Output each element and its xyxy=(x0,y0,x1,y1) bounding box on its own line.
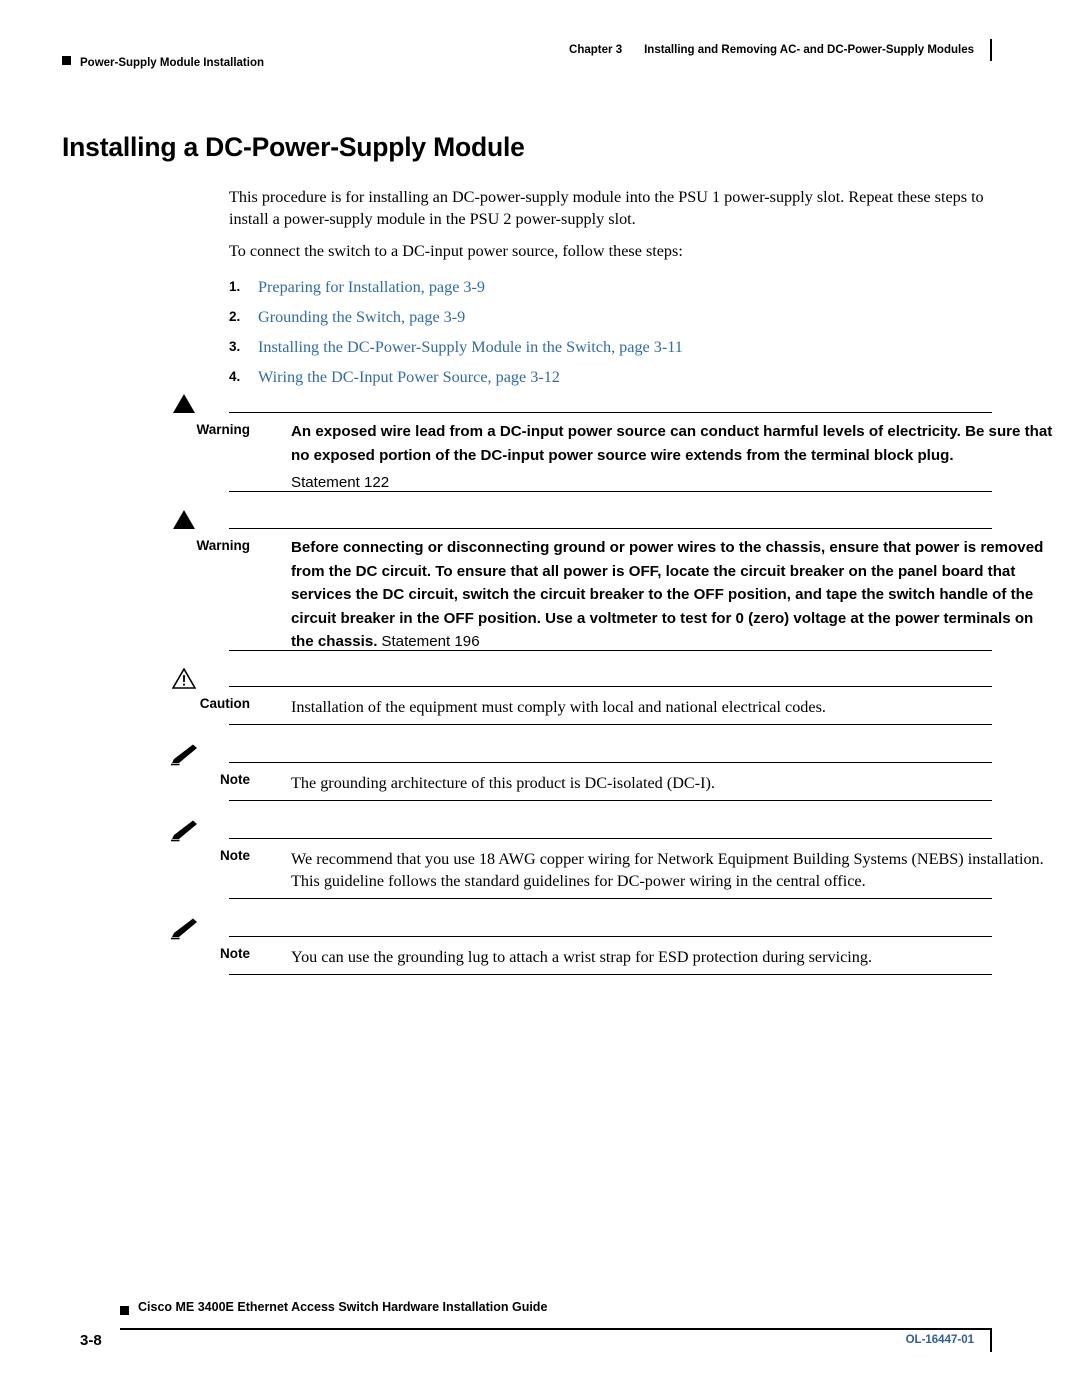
step-number: 1. xyxy=(229,279,241,294)
admonition-label: Warning xyxy=(196,422,251,437)
header-edge-rule xyxy=(990,39,992,61)
admonition-top-rule xyxy=(229,838,992,839)
step-number: 4. xyxy=(229,369,241,384)
footer-bullet-icon xyxy=(120,1306,129,1315)
intro-paragraph-2: To connect the switch to a DC-input powe… xyxy=(229,242,683,260)
footer-rule xyxy=(120,1328,992,1330)
admonition-top-rule xyxy=(229,528,992,529)
list-item[interactable]: 2. Grounding the Switch, page 3-9 xyxy=(229,306,991,328)
admonition-warning-196: Warning Before connecting or disconnecti… xyxy=(62,510,1043,655)
note-pencil-icon xyxy=(170,744,198,766)
intro-paragraph-1: This procedure is for installing an DC-p… xyxy=(229,188,984,228)
admonition-bottom-rule xyxy=(229,898,992,899)
admonition-content: Before connecting or disconnecting groun… xyxy=(291,536,1054,654)
body-content: This procedure is for installing an DC-p… xyxy=(229,186,991,396)
header-chapter-number: Chapter 3 xyxy=(569,44,623,56)
admonition-content: Installation of the equipment must compl… xyxy=(291,696,1054,718)
admonition-top-rule xyxy=(229,412,992,413)
admonition-bottom-rule xyxy=(229,974,992,975)
note-pencil-icon xyxy=(170,820,198,842)
admonition-statement: Statement 196 xyxy=(381,633,480,650)
admonition-note-esd: Note You can use the grounding lug to at… xyxy=(62,918,992,978)
admonition-bottom-rule xyxy=(229,491,992,492)
step-link[interactable]: Preparing for Installation, page 3-9 xyxy=(258,278,485,296)
admonition-statement: Statement 122 xyxy=(291,474,390,491)
admonition-text: Installation of the equipment must compl… xyxy=(291,698,826,716)
admonition-bottom-rule xyxy=(229,724,992,725)
admonition-text: The grounding architecture of this produ… xyxy=(291,774,715,792)
admonition-bottom-rule xyxy=(229,800,992,801)
admonition-caution: Caution Installation of the equipment mu… xyxy=(62,668,992,728)
steps-list: 1. Preparing for Installation, page 3-9 … xyxy=(229,276,991,388)
admonition-label: Note xyxy=(220,946,250,961)
admonition-top-rule xyxy=(229,762,992,763)
admonition-text: We recommend that you use 18 AWG copper … xyxy=(291,850,1044,890)
header-bullet-icon xyxy=(62,56,71,65)
page-title: Installing a DC-Power-Supply Module xyxy=(62,132,525,162)
list-item[interactable]: 1. Preparing for Installation, page 3-9 xyxy=(229,276,991,298)
list-item[interactable]: 3. Installing the DC-Power-Supply Module… xyxy=(229,336,991,358)
note-pencil-icon xyxy=(170,918,198,940)
admonition-label: Caution xyxy=(199,696,250,711)
list-item[interactable]: 4. Wiring the DC-Input Power Source, pag… xyxy=(229,366,991,388)
page-header: Power-Supply Module Installation Chapter… xyxy=(62,36,992,76)
header-chapter-title: Installing and Removing AC- and DC-Power… xyxy=(644,44,974,56)
admonition-bottom-rule xyxy=(229,650,992,651)
admonition-content: We recommend that you use 18 AWG copper … xyxy=(291,848,1054,892)
caution-triangle-icon xyxy=(170,668,198,689)
header-running-title: Power-Supply Module Installation xyxy=(62,56,264,69)
admonition-content: The grounding architecture of this produ… xyxy=(291,772,1054,794)
footer-doc-id: OL-16447-01 xyxy=(905,1334,974,1346)
step-number: 2. xyxy=(229,309,241,324)
step-number: 3. xyxy=(229,339,241,354)
footer-guide-title: Cisco ME 3400E Ethernet Access Switch Ha… xyxy=(138,1300,548,1314)
admonition-label: Warning xyxy=(196,538,251,553)
admonition-warning-122: Warning An exposed wire lead from a DC-i… xyxy=(62,394,1052,499)
step-link[interactable]: Installing the DC-Power-Supply Module in… xyxy=(258,338,683,356)
warning-triangle-icon xyxy=(170,394,198,413)
admonition-note-dc-isolated: Note The grounding architecture of this … xyxy=(62,744,992,804)
step-link[interactable]: Grounding the Switch, page 3-9 xyxy=(258,308,465,326)
document-page: Power-Supply Module Installation Chapter… xyxy=(0,0,1080,1397)
admonition-top-rule xyxy=(229,936,992,937)
admonition-content: An exposed wire lead from a DC-input pow… xyxy=(291,420,1054,492)
step-link[interactable]: Wiring the DC-Input Power Source, page 3… xyxy=(258,368,560,386)
admonition-content: You can use the grounding lug to attach … xyxy=(291,946,1054,968)
admonition-label: Note xyxy=(220,848,250,863)
admonition-note-nebs: Note We recommend that you use 18 AWG co… xyxy=(62,820,1044,902)
header-left-text: Power-Supply Module Installation xyxy=(80,57,265,69)
footer-edge-rule xyxy=(990,1330,992,1352)
admonition-warning-text: An exposed wire lead from a DC-input pow… xyxy=(291,423,1053,464)
admonition-label: Note xyxy=(220,772,250,787)
admonition-top-rule xyxy=(229,686,992,687)
admonition-text: You can use the grounding lug to attach … xyxy=(291,948,872,966)
header-chapter-info: Chapter 3 Installing and Removing AC- and… xyxy=(569,44,974,56)
warning-triangle-icon xyxy=(170,510,198,529)
footer-page-number: 3-8 xyxy=(80,1332,102,1349)
